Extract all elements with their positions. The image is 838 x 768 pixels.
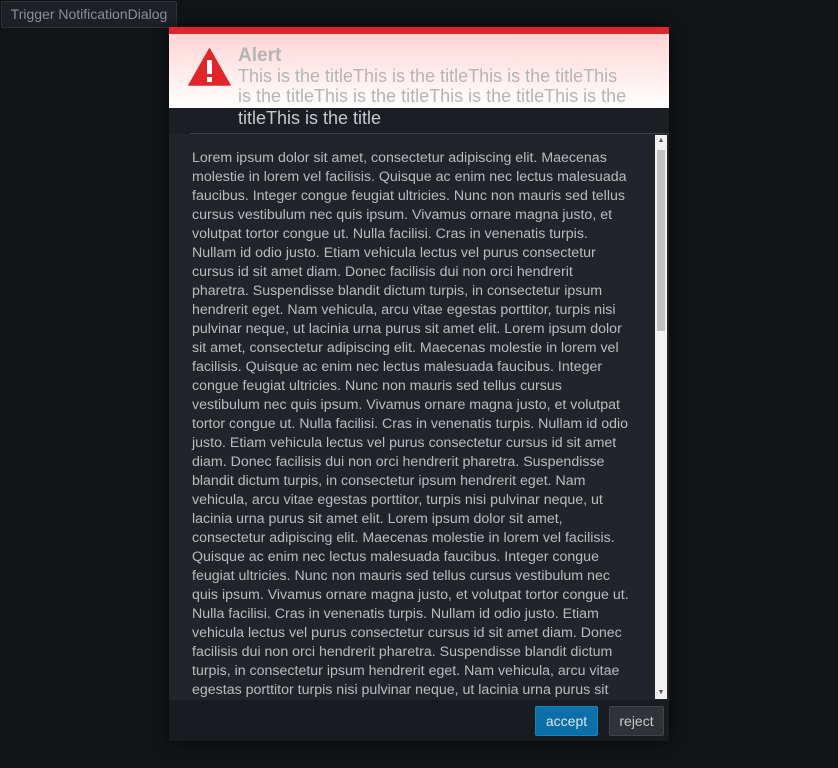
- reject-button[interactable]: reject: [609, 706, 664, 736]
- scroll-down-icon[interactable]: ▼: [655, 687, 667, 699]
- dialog-body[interactable]: Lorem ipsum dolor sit amet, consectetur …: [169, 134, 669, 700]
- trigger-notification-dialog-button[interactable]: Trigger NotificationDialog: [1, 1, 177, 28]
- dialog-header: Alert This is the titleThis is the title…: [169, 34, 669, 108]
- alert-color-bar: [169, 27, 669, 34]
- alert-triangle-icon: [188, 48, 231, 86]
- dialog-title-overflow: titleThis is the title: [238, 108, 382, 128]
- scroll-up-icon[interactable]: ▲: [655, 135, 667, 147]
- accept-button[interactable]: accept: [535, 706, 598, 736]
- scrollbar-thumb[interactable]: [657, 150, 665, 331]
- dialog-title: This is the titleThis is the titleThis i…: [238, 66, 627, 106]
- dialog-alert-label: Alert: [238, 45, 282, 66]
- notification-dialog: Alert This is the titleThis is the title…: [169, 27, 669, 741]
- body-scrollbar[interactable]: ▲ ▼: [655, 135, 667, 699]
- dialog-body-text: Lorem ipsum dolor sit amet, consectetur …: [192, 150, 629, 698]
- dialog-footer: accept reject: [169, 700, 669, 741]
